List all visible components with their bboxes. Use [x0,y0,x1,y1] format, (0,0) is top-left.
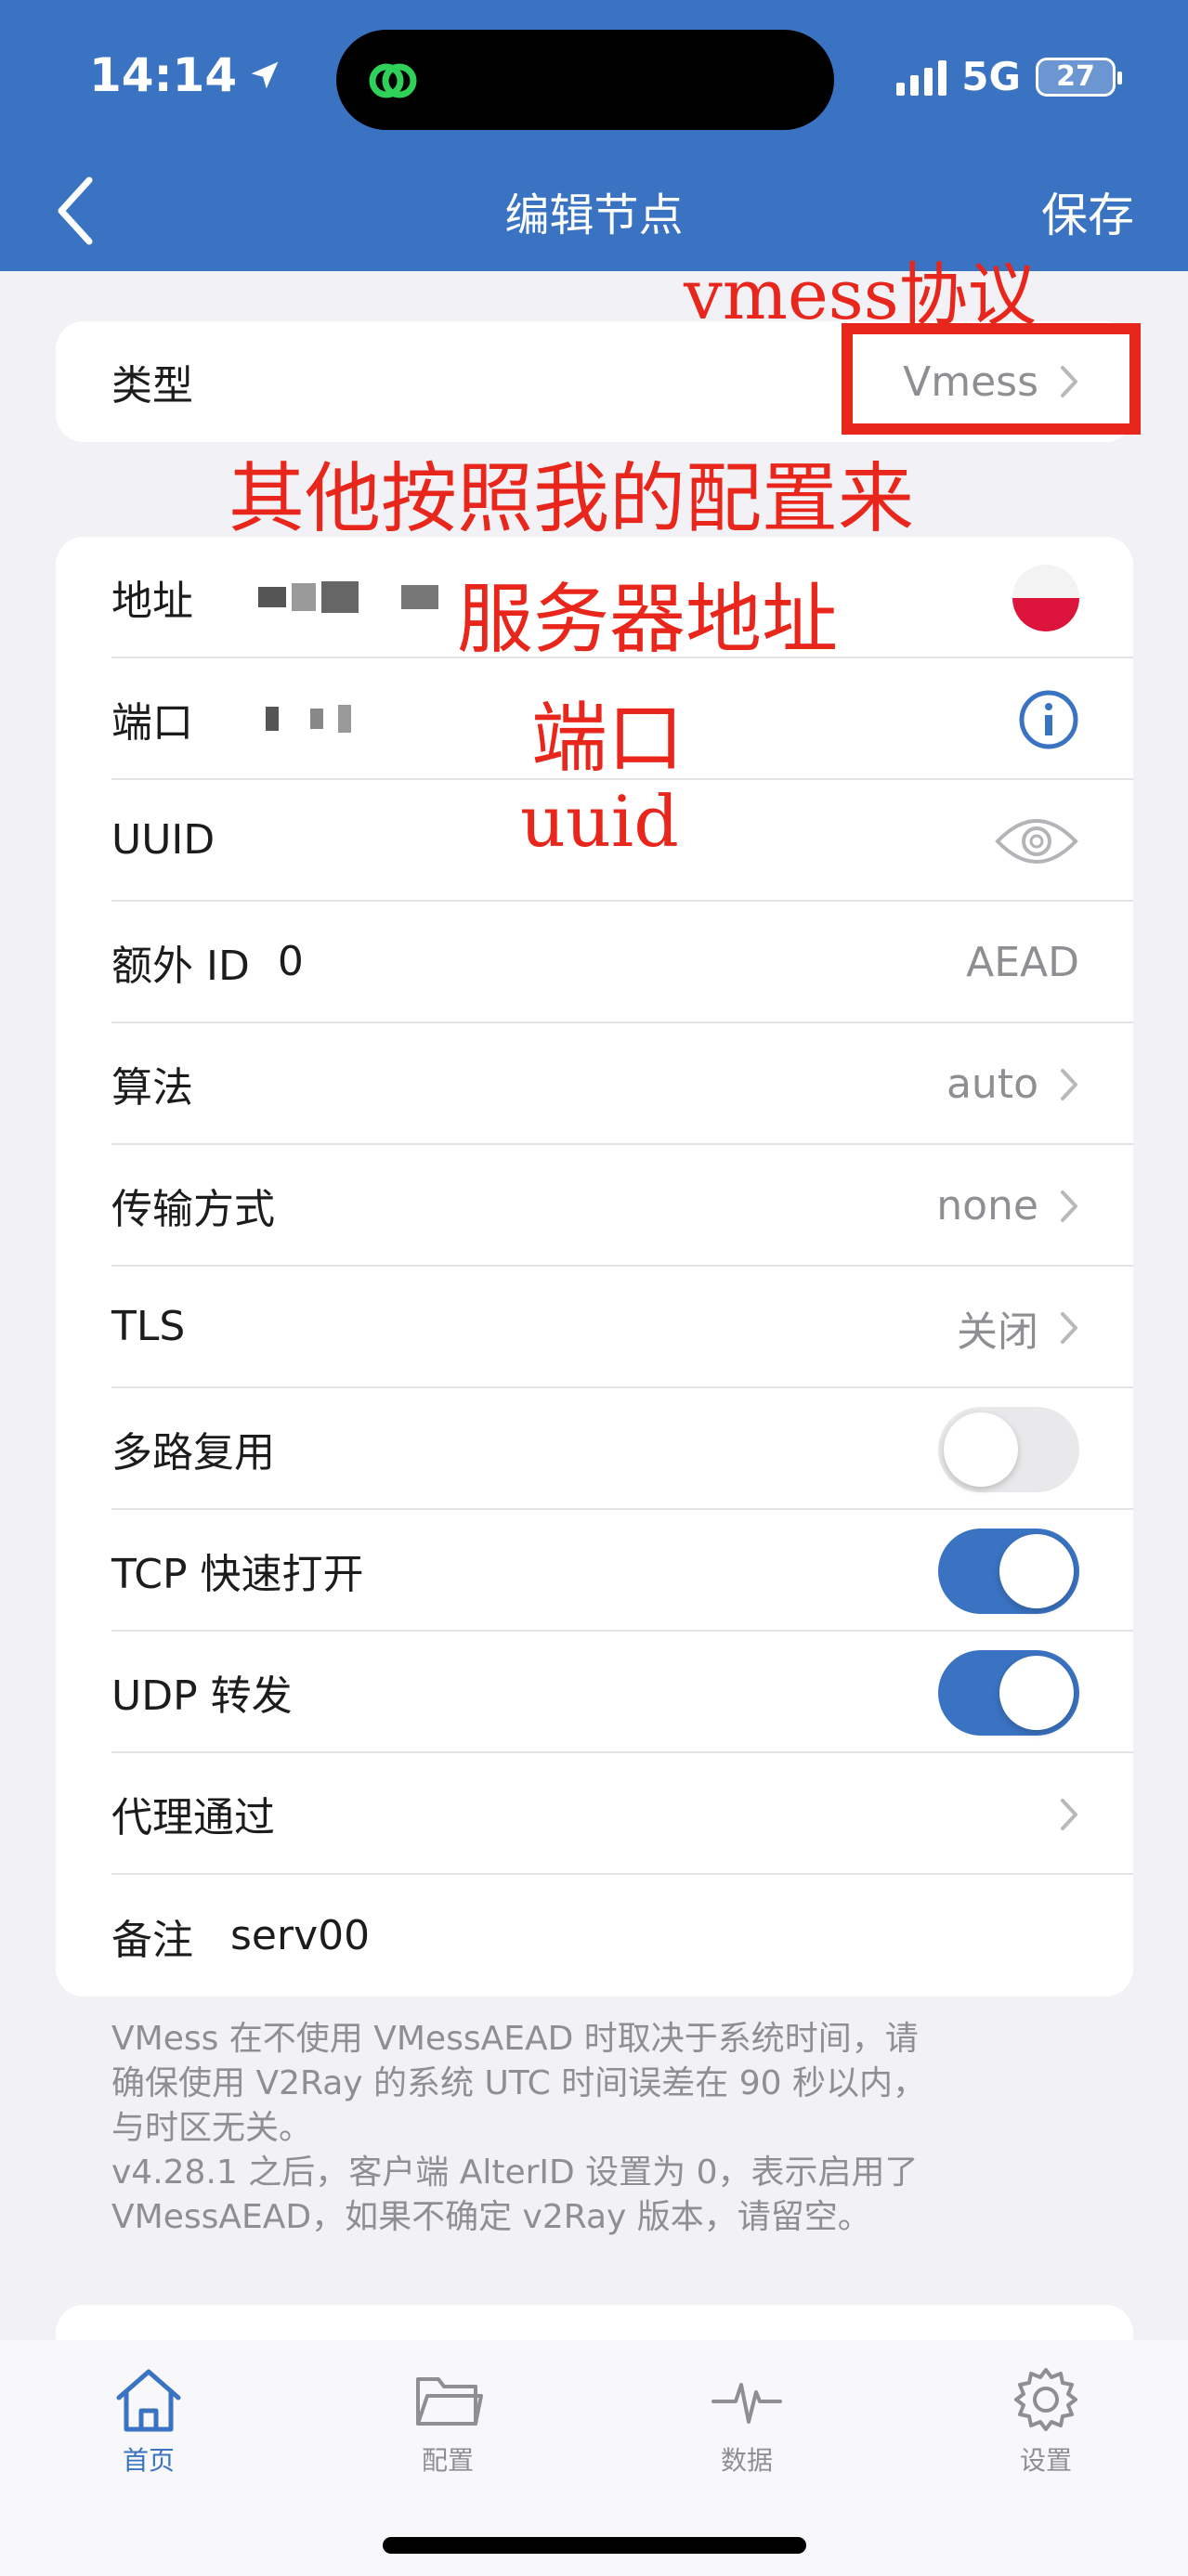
alter-id-value[interactable]: 0 [278,938,304,985]
tab-config[interactable]: 配置 [364,2364,531,2478]
proxy-via-label: 代理通过 [111,1793,275,1841]
tcp-fast-open-label: TCP 快速打开 [111,1550,364,1598]
pulse-icon [711,2383,782,2424]
port-label: 端口 [111,698,193,747]
remark-value[interactable]: serv00 [230,1912,370,1959]
algorithm-label: 算法 [111,1063,193,1112]
annotation-highlight-box [842,323,1141,435]
remark-row[interactable]: 备注 serv00 [111,1875,1133,1997]
type-label: 类型 [111,362,193,410]
tab-settings[interactable]: 设置 [962,2364,1129,2478]
toggle-knob [999,1655,1074,1730]
folder-icon [416,2377,483,2426]
transport-value: none [936,1182,1038,1229]
page-title: 编辑节点 [504,189,684,241]
vmess-footnote: VMess 在不使用 VMessAEAD 时取决于系统时间，请 确保使用 V2R… [111,2020,926,2236]
algorithm-value: auto [946,1060,1038,1108]
remark-label: 备注 [111,1916,193,1964]
transport-label: 传输方式 [111,1185,275,1233]
battery-icon: 27 [1036,57,1122,97]
eye-icon[interactable] [994,813,1079,869]
algorithm-row[interactable]: 算法 auto [111,1023,1133,1145]
alter-id-row[interactable]: 额外 ID 0 AEAD [111,902,1133,1023]
network-type: 5G [961,54,1021,99]
toggle-knob [999,1533,1074,1608]
toggle-knob [944,1412,1018,1487]
dynamic-island [336,30,834,130]
nav-header: 14:14 5G 27 编辑节点 保存 [0,0,1188,271]
tls-row[interactable]: TLS 关闭 [111,1267,1133,1388]
tls-value: 关闭 [957,1308,1038,1356]
gear-icon [1014,2368,1077,2431]
location-arrow-icon [251,61,279,89]
signal-icon [896,59,947,96]
annotation-server-address: 服务器地址 [457,576,839,664]
chevron-right-icon [1061,1311,1077,1344]
chevron-right-icon [1061,1068,1077,1100]
uuid-label: UUID [111,816,215,864]
annotation-protocol: vmess协议 [684,255,1037,335]
status-indicators: 5G 27 [896,54,1122,99]
home-icon [116,2369,181,2432]
tab-data[interactable]: 数据 [663,2364,830,2478]
udp-forward-row: UDP 转发 [111,1632,1133,1753]
info-icon[interactable] [1018,689,1079,750]
udp-forward-label: UDP 转发 [111,1672,293,1720]
poland-flag-icon [1012,564,1079,631]
annotation-uuid: uuid [520,780,679,863]
port-value-redacted[interactable] [266,704,351,733]
annotation-others: 其他按照我的配置来 [228,455,915,543]
aead-label: AEAD [966,939,1079,986]
tab-home[interactable]: 首页 [65,2364,232,2478]
alter-id-label: 额外 ID [111,942,250,990]
chevron-right-icon [1061,1190,1077,1222]
mux-row: 多路复用 [111,1388,1133,1510]
status-time: 14:14 [89,48,281,102]
mux-toggle[interactable] [938,1406,1079,1492]
tcp-fast-open-row: TCP 快速打开 [111,1510,1133,1632]
chevron-right-icon [1061,1798,1077,1830]
tls-label: TLS [111,1303,186,1350]
transport-row[interactable]: 传输方式 none [111,1145,1133,1267]
mux-label: 多路复用 [111,1428,275,1477]
proxy-via-row[interactable]: 代理通过 [111,1753,1133,1875]
address-label: 地址 [111,577,193,625]
save-button[interactable]: 保存 [1041,178,1134,245]
app-link-icon [369,63,417,98]
home-indicator[interactable] [383,2537,806,2554]
annotation-port: 端口 [531,695,685,783]
udp-forward-toggle[interactable] [938,1649,1079,1736]
address-value-redacted[interactable] [258,580,438,613]
tcp-fast-open-toggle[interactable] [938,1528,1079,1614]
